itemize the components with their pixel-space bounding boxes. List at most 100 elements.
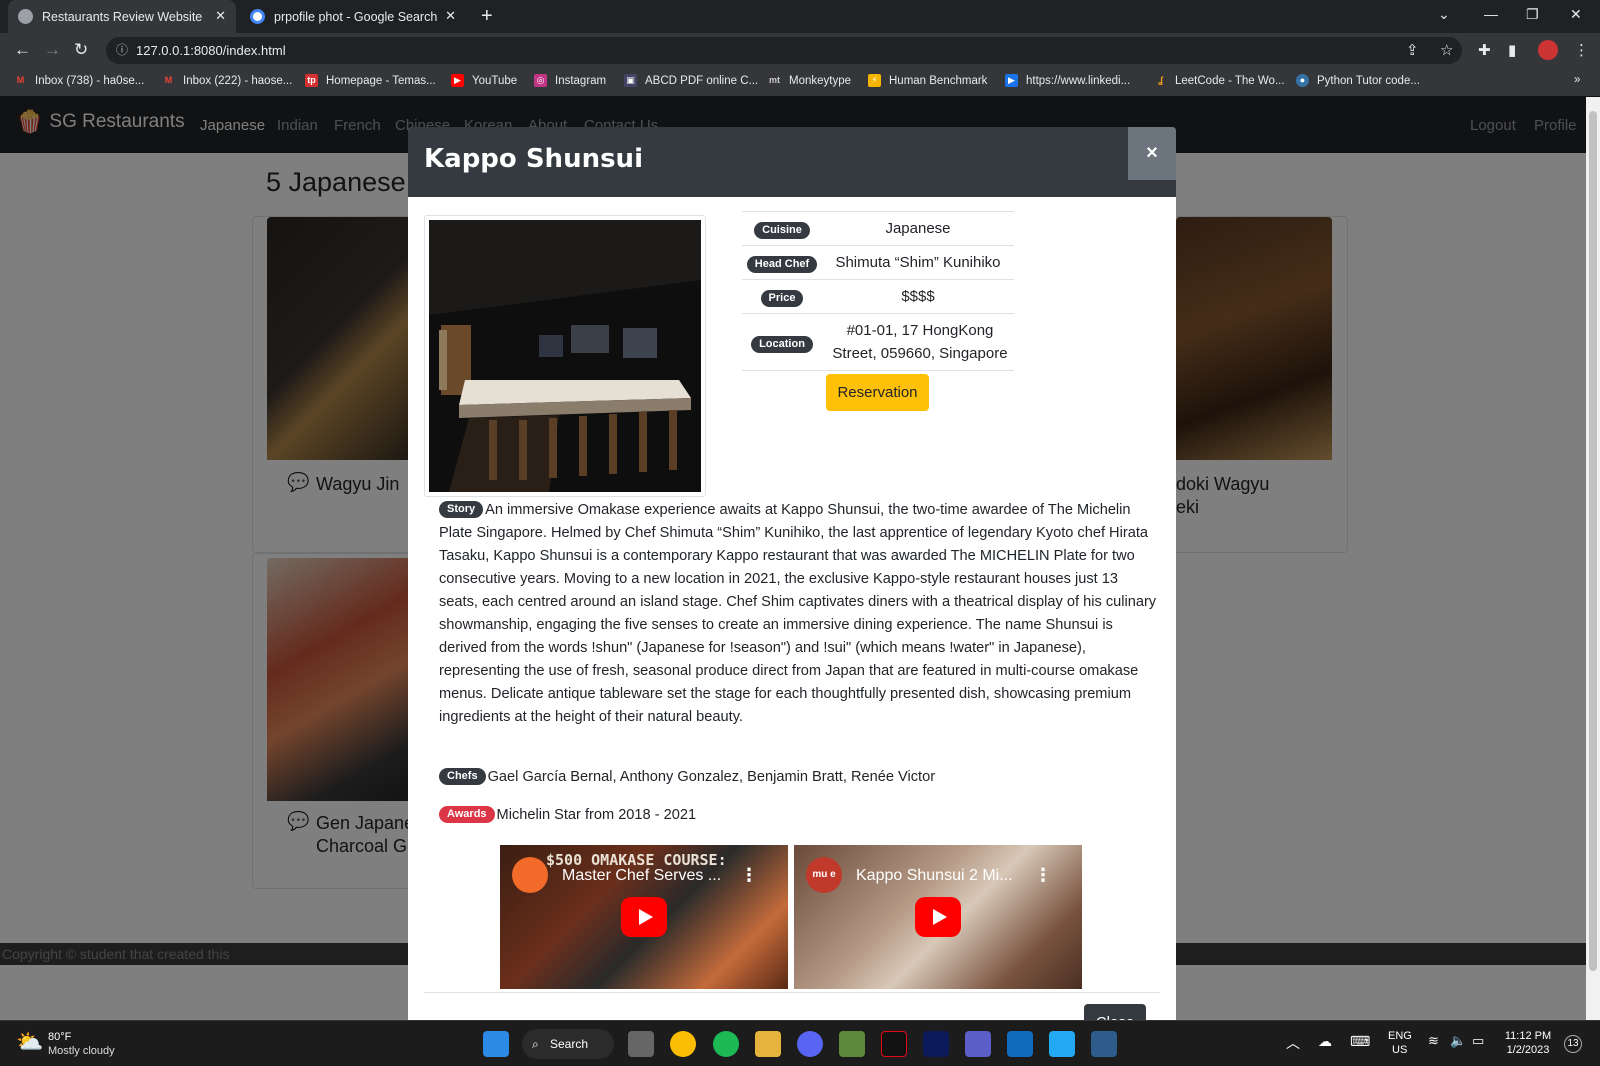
gmail-icon: M	[16, 75, 25, 85]
page-scrollbar[interactable]	[1586, 97, 1600, 1020]
url-text: 127.0.0.1:8080/index.html	[136, 43, 286, 58]
reservation-button[interactable]: Reservation	[826, 374, 929, 411]
taskbar-search[interactable]: ⌕ Search	[522, 1029, 614, 1059]
bookmark-item[interactable]: ▶ YouTube	[451, 74, 517, 87]
lightning-icon: ⚡	[868, 74, 881, 87]
clock-date[interactable]: 1/2/2023	[1500, 1043, 1556, 1057]
disney-plus-icon[interactable]	[923, 1031, 949, 1057]
outlook-icon[interactable]	[1007, 1031, 1033, 1057]
bookmark-label: Python Tutor code...	[1317, 74, 1420, 87]
globe-icon	[18, 9, 33, 24]
story-text: An immersive Omakase experience awaits a…	[439, 502, 1157, 725]
video-embed-1[interactable]: $500 OMAKASE COURSE: Master Chef Serves …	[500, 845, 788, 989]
discord-icon[interactable]	[797, 1031, 823, 1057]
lang-line1[interactable]: ENG	[1388, 1029, 1412, 1043]
more-options-icon[interactable]: ⋮	[1034, 865, 1052, 886]
wifi-icon[interactable]: ≋	[1428, 1033, 1439, 1049]
bookmark-item[interactable]: tp Homepage - Temas...	[305, 74, 436, 87]
reload-icon[interactable]: ↻	[74, 40, 88, 60]
bookmark-label: Inbox (738) - ha0se...	[35, 74, 145, 87]
side-panel-icon[interactable]: ▮	[1508, 41, 1516, 59]
bookmark-item[interactable]: ▶ https://www.linkedi...	[1005, 74, 1130, 87]
keyboard-icon[interactable]: ⌨	[1350, 1033, 1370, 1050]
weather-temp[interactable]: 80°F	[48, 1030, 71, 1044]
story-section: Story An immersive Omakase experience awa…	[439, 499, 1159, 729]
more-bookmarks-icon[interactable]: »	[1574, 74, 1580, 86]
profile-avatar[interactable]	[1538, 40, 1558, 60]
restaurant-info-table: Cuisine Japanese Head Chef Shimuta “Shim…	[742, 211, 1014, 372]
vscode-icon[interactable]	[1049, 1031, 1075, 1057]
info-icon[interactable]: ⓘ	[116, 37, 128, 64]
modal-footer-divider	[424, 992, 1160, 993]
search-label: Search	[550, 1037, 589, 1051]
extensions-icon[interactable]: ✚	[1478, 41, 1491, 59]
bookmark-item[interactable]: ▣ ABCD PDF online C...	[624, 74, 758, 87]
notification-badge[interactable]: 13	[1564, 1035, 1582, 1053]
info-row-location: Location #01-01, 17 HongKong Street, 059…	[742, 313, 1014, 371]
bookmark-item[interactable]: M Inbox (222) - haose...	[162, 74, 293, 87]
browser-tab[interactable]: prpofile phot - Google Search ✕	[240, 0, 466, 33]
web-page: 🍿 SG Restaurants Japanese Indian French …	[0, 97, 1586, 1020]
pdf-icon: ▣	[624, 74, 637, 87]
chevron-up-icon[interactable]: ︿	[1286, 1033, 1300, 1053]
new-tab-icon[interactable]: +	[481, 5, 493, 28]
awards-line: Awards Michelin Star from 2018 - 2021	[439, 806, 696, 823]
tab-title: prpofile phot - Google Search	[274, 9, 438, 24]
youtube-play-icon[interactable]	[621, 897, 667, 937]
video-title[interactable]: Master Chef Serves ...	[562, 867, 721, 885]
channel-avatar[interactable]: mu e	[806, 857, 842, 893]
browser-tab-active[interactable]: Restaurants Review Website ✕	[8, 0, 236, 33]
bookmark-item[interactable]: ● Python Tutor code...	[1296, 74, 1420, 87]
bookmark-label: LeetCode - The Wo...	[1175, 74, 1285, 87]
volume-icon[interactable]: 🔈	[1450, 1033, 1466, 1049]
minecraft-icon[interactable]	[839, 1031, 865, 1057]
chefs-line: Chefs Gael García Bernal, Anthony Gonzale…	[439, 768, 935, 785]
scrollbar-thumb[interactable]	[1589, 111, 1597, 971]
menu-icon[interactable]: ⋮	[1574, 41, 1589, 59]
bookmark-item[interactable]: ◎ Instagram	[534, 74, 606, 87]
restore-icon[interactable]: ❐	[1526, 6, 1539, 23]
teams-icon[interactable]	[965, 1031, 991, 1057]
minimize-icon[interactable]: —	[1484, 6, 1498, 22]
bookmark-item[interactable]: M Inbox (738) - ha0se...	[14, 74, 145, 87]
windows-start-icon[interactable]	[483, 1031, 509, 1057]
awards-badge: Awards	[439, 806, 495, 823]
onedrive-icon[interactable]: ☁	[1318, 1033, 1332, 1050]
battery-icon[interactable]: ▭	[1472, 1033, 1484, 1049]
cuisine-badge: Cuisine	[754, 222, 810, 239]
channel-avatar[interactable]	[512, 857, 548, 893]
bookmark-item[interactable]: ʆ LeetCode - The Wo...	[1154, 74, 1285, 87]
video-title[interactable]: Kappo Shunsui 2 Mi...	[856, 867, 1013, 885]
youtube-play-icon[interactable]	[915, 897, 961, 937]
task-view-icon[interactable]	[628, 1031, 654, 1057]
close-tab-icon[interactable]: ✕	[445, 8, 456, 24]
more-options-icon[interactable]: ⋮	[740, 865, 758, 886]
weather-desc[interactable]: Mostly cloudy	[48, 1044, 115, 1058]
url-bar[interactable]: ⓘ 127.0.0.1:8080/index.html	[106, 37, 1462, 64]
spotify-icon[interactable]	[713, 1031, 739, 1057]
restaurant-modal: Kappo Shunsui × Cuisine Japanese Head Ch…	[408, 127, 1176, 1020]
chefs-badge: Chefs	[439, 768, 486, 785]
weather-cloud-icon[interactable]: ⛅	[16, 1029, 43, 1055]
video-embed-2[interactable]: mu e Kappo Shunsui 2 Mi... ⋮	[794, 845, 1082, 989]
awards-text: Michelin Star from 2018 - 2021	[496, 807, 697, 823]
share-icon[interactable]: ⇪	[1406, 41, 1419, 59]
clock-time[interactable]: 11:12 PM	[1500, 1029, 1556, 1043]
lang-line2[interactable]: US	[1392, 1043, 1407, 1057]
chrome-icon[interactable]	[670, 1031, 696, 1057]
modal-close-x[interactable]: ×	[1128, 127, 1176, 180]
restaurant-photo	[424, 215, 706, 497]
mysql-workbench-icon[interactable]	[1091, 1031, 1117, 1057]
bookmark-item[interactable]: ⚡ Human Benchmark	[868, 74, 987, 87]
bookmark-item[interactable]: mt Monkeytype	[768, 74, 851, 87]
forward-icon[interactable]: →	[44, 40, 61, 60]
tab-search-icon[interactable]: ⌄	[1438, 6, 1450, 23]
bookmark-star-icon[interactable]: ☆	[1440, 41, 1453, 59]
close-tab-icon[interactable]: ✕	[215, 8, 226, 24]
netflix-icon[interactable]	[881, 1031, 907, 1057]
close-button[interactable]: Close	[1084, 1004, 1146, 1020]
back-icon[interactable]: ←	[14, 40, 31, 60]
google-icon	[250, 9, 265, 24]
close-window-icon[interactable]: ✕	[1570, 6, 1582, 23]
file-explorer-icon[interactable]	[755, 1031, 781, 1057]
